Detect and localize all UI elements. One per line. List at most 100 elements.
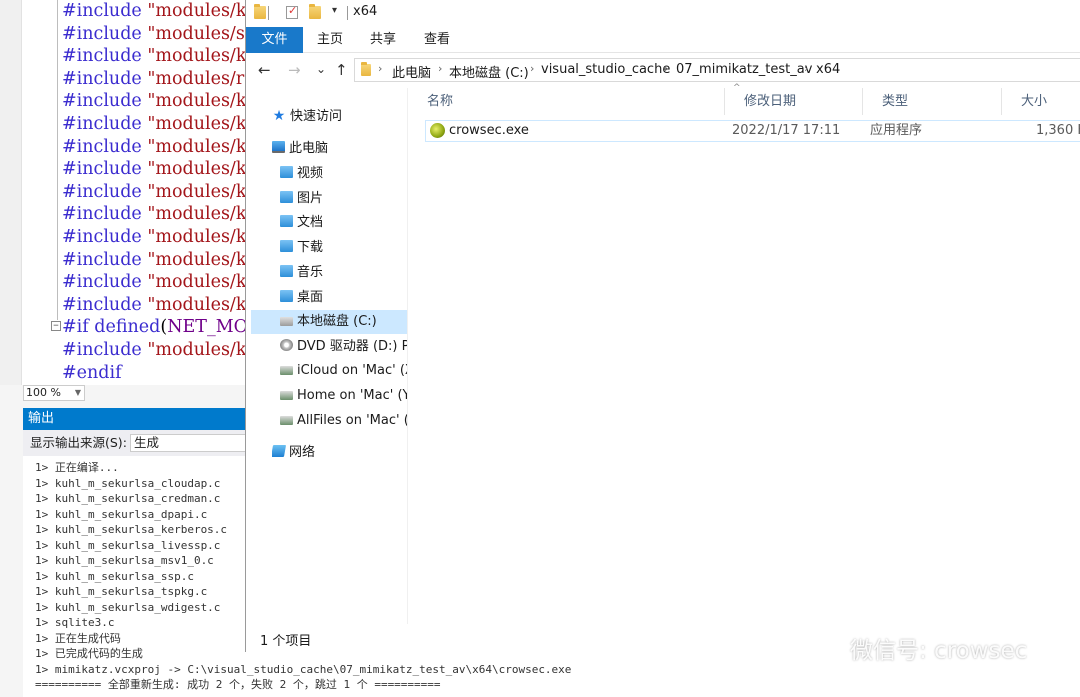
output-line: 1> kuhl_m_sekurlsa_kerberos.c (35, 523, 228, 536)
nav-item-videos[interactable]: 视频 (280, 162, 323, 186)
nav-item-pictures[interactable]: 图片 (280, 187, 323, 211)
code-line: #include "modules/k (62, 272, 246, 293)
item-count: 1 个项目 (260, 634, 312, 649)
nav-item-this-pc[interactable]: 此电脑 (272, 137, 328, 161)
downloads-folder-icon (280, 240, 293, 252)
file-type: 应用程序 (870, 123, 923, 138)
breadcrumb-separator: › (530, 62, 535, 75)
nav-item-downloads[interactable]: 下载 (280, 236, 323, 260)
recent-locations-icon[interactable]: ⌄ (316, 60, 326, 78)
nav-item-documents[interactable]: 文档 (280, 211, 323, 235)
column-header-modified[interactable]: 修改日期 (725, 88, 863, 115)
code-line: #if defined(NET_MOD (62, 317, 246, 338)
collapse-toggle-icon[interactable]: − (51, 321, 61, 331)
output-line: 1> kuhl_m_sekurlsa_credman.c (35, 492, 221, 505)
tab-view[interactable]: 查看 (415, 27, 459, 53)
output-line: 1> 正在生成代码 (35, 631, 121, 645)
output-line: 1> kuhl_m_sekurlsa_wdigest.c (35, 600, 221, 614)
code-line: #include "modules/k (62, 91, 246, 112)
nav-item-allfiles-drive[interactable]: AllFiles on 'Mac' (Z (280, 409, 407, 433)
code-line: #include "modules/k (62, 136, 246, 157)
back-arrow-icon[interactable]: ← (258, 61, 271, 79)
breadcrumb-separator: › (378, 62, 383, 75)
file-size: 1,360 K (1036, 123, 1080, 138)
pictures-folder-icon (280, 191, 293, 203)
nav-item-desktop[interactable]: 桌面 (280, 286, 323, 310)
documents-folder-icon (280, 215, 293, 227)
editor-gutter (0, 0, 22, 385)
code-line: #include "modules/k (62, 159, 246, 180)
nav-item-music[interactable]: 音乐 (280, 261, 323, 285)
output-source-label: 显示输出来源(S): (30, 435, 127, 450)
nav-item-quick-access[interactable]: ★ 快速访问 (272, 105, 342, 129)
ribbon-tabs: 文件 主页 共享 查看 (246, 27, 1080, 53)
pc-icon (272, 141, 285, 153)
code-line: #include "modules/k (62, 114, 246, 134)
videos-folder-icon (280, 166, 293, 178)
output-line: 1> kuhl_m_sekurlsa_ssp.c (35, 569, 194, 583)
breadcrumb-x64[interactable]: x64 (816, 62, 840, 77)
code-line: #include "modules/s (62, 23, 245, 44)
column-header-name[interactable]: 名称 (408, 88, 725, 115)
code-line: #include "modules/k (62, 227, 246, 247)
breadcrumb-separator: › (438, 62, 443, 75)
file-explorer-window: ▾ x64 文件 主页 共享 查看 ← → ⌄ ↑ › 此电脑 › 本地磁盘 (… (245, 0, 1080, 652)
forward-arrow-icon[interactable]: → (288, 61, 301, 79)
breadcrumb-separator: › (804, 62, 809, 75)
network-drive-icon (280, 391, 293, 400)
column-header-type[interactable]: 类型 (863, 88, 1002, 115)
output-line: 1> 已完成代码的生成 (35, 647, 143, 660)
output-line: 1> kuhl_m_sekurlsa_msv1_0.c (35, 554, 214, 567)
network-drive-icon (280, 416, 293, 425)
code-line: #endif (62, 362, 122, 383)
file-row[interactable]: crowsec.exe 2022/1/17 17:11 应用程序 1,360 K (425, 120, 1080, 142)
output-source-select[interactable]: 生成 (130, 434, 250, 452)
nav-item-dvd-drive[interactable]: DVD 驱动器 (D:) Pa (280, 335, 407, 359)
breadcrumb-this-pc[interactable]: 此电脑 (392, 62, 431, 81)
code-line: #include "modules/k (62, 249, 246, 270)
file-name: crowsec.exe (449, 123, 529, 138)
star-icon: ★ (272, 108, 286, 124)
code-line: #include "modules/k (62, 294, 246, 315)
column-header-size[interactable]: 大小 (1002, 88, 1080, 115)
file-list: ^ 名称 修改日期 类型 大小 crowsec.exe 2022/1/17 17… (408, 83, 1080, 624)
breadcrumb-local-disk[interactable]: 本地磁盘 (C:) (449, 62, 529, 81)
code-line: #include "modules/k (62, 181, 246, 202)
code-line: #include "modules/k (62, 46, 246, 67)
divider (347, 6, 348, 20)
application-icon (430, 123, 445, 138)
address-bar[interactable]: › 此电脑 › 本地磁盘 (C:) › visual_studio_cache … (354, 58, 1080, 82)
desktop-folder-icon (280, 290, 293, 302)
wechat-logo-icon (818, 639, 846, 661)
code-line: #include "modules/k (62, 204, 246, 225)
nav-item-home-drive[interactable]: Home on 'Mac' (Y: (280, 384, 407, 408)
properties-icon[interactable] (286, 4, 298, 19)
music-folder-icon (280, 265, 293, 277)
local-disk-icon (280, 317, 293, 326)
output-line: 1> mimikatz.vcxproj -> C:\visual_studio_… (35, 662, 572, 676)
code-line: #include "modules/r (62, 68, 245, 89)
nav-item-network[interactable]: 网络 (272, 441, 315, 465)
chevron-down-icon: ▼ (74, 388, 81, 397)
network-drive-icon (280, 366, 293, 375)
tab-file[interactable]: 文件 (246, 27, 303, 53)
watermark-text: 微信号: crowsec (850, 638, 1028, 664)
output-line: ========== 全部重新生成: 成功 2 个，失败 2 个，跳过 1 个 … (35, 678, 441, 691)
code-editor[interactable]: #include "modules/k #include "modules/s … (0, 0, 246, 385)
up-arrow-icon[interactable]: ↑ (335, 61, 348, 79)
zoom-dropdown[interactable]: 100 % ▼ (23, 385, 85, 401)
nav-item-local-disk[interactable]: 本地磁盘 (C:) (251, 310, 407, 334)
new-folder-icon[interactable] (309, 4, 321, 19)
quick-access-dropdown-icon[interactable]: ▾ (332, 5, 337, 16)
output-line: 1> 正在编译... (35, 461, 119, 474)
output-line: 1> kuhl_m_sekurlsa_tspkg.c (35, 585, 208, 598)
tab-home[interactable]: 主页 (308, 27, 352, 53)
network-icon (272, 445, 287, 457)
breadcrumb-visual-studio-cache[interactable]: visual_studio_cache (541, 62, 670, 77)
nav-item-icloud-drive[interactable]: iCloud on 'Mac' (X: (280, 359, 407, 383)
file-modified: 2022/1/17 17:11 (732, 123, 841, 138)
breadcrumb-mimikatz-test-av[interactable]: 07_mimikatz_test_av (676, 62, 812, 77)
tab-share[interactable]: 共享 (361, 27, 405, 53)
title-bar: ▾ x64 (246, 0, 1080, 26)
navigation-pane: ★ 快速访问 此电脑 视频 图片 文档 下载 音乐 桌面 本地磁盘 (C:) DV… (246, 88, 408, 624)
